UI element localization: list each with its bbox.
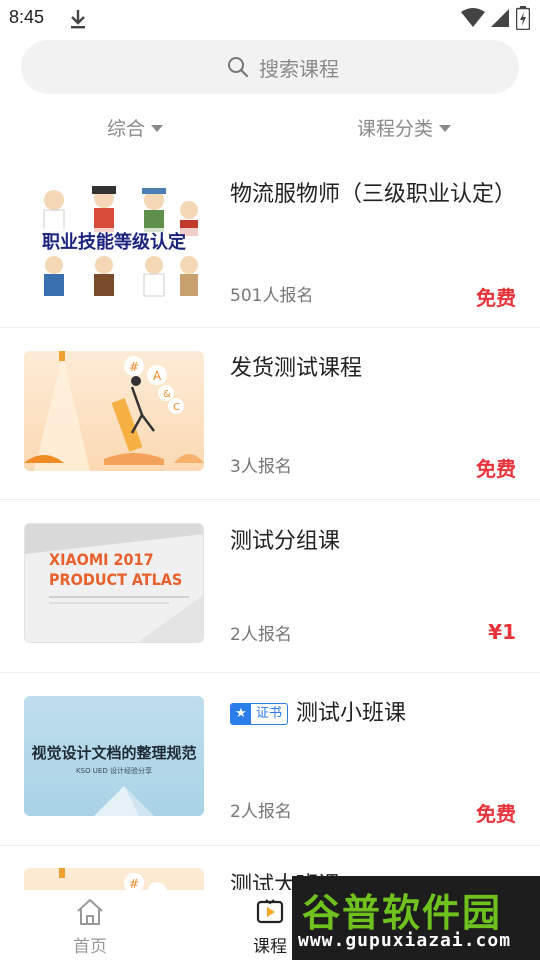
nav-tab-course-label: 课程: [253, 937, 287, 957]
status-bar: 8:45: [0, 0, 540, 36]
course-title: 测试分组课: [230, 529, 341, 554]
nav-tab-home[interactable]: 首页: [30, 890, 150, 960]
course-price: ¥1: [488, 620, 516, 644]
divider: [0, 327, 540, 328]
battery-charging-icon: [516, 6, 530, 30]
svg-text:&: &: [163, 389, 171, 400]
course-price: 免费: [476, 457, 516, 481]
certificate-badge-label: 证书: [256, 705, 283, 721]
filter-category-dropdown[interactable]: 课程分类: [357, 114, 452, 141]
svg-text:A: A: [153, 369, 162, 383]
status-time: 8:45: [9, 7, 45, 27]
course-title-text: 测试小班课: [296, 701, 407, 726]
star-icon: ★: [231, 703, 251, 724]
course-enrollment: 501人报名: [230, 286, 314, 306]
svg-text:#: #: [129, 360, 139, 374]
caret-down-icon: [439, 125, 452, 132]
course-title: ★ 证书 测试小班课: [230, 697, 520, 730]
course-price: 免费: [476, 802, 516, 826]
svg-text:C: C: [173, 402, 180, 413]
divider: [0, 672, 540, 673]
thumbnail-caption: 视觉设计文档的整理规范: [31, 744, 197, 762]
signal-icon: [491, 9, 509, 27]
pencil-illustration: # A & C: [24, 351, 204, 471]
course-play-icon: [256, 899, 284, 924]
course-thumbnail: 视觉设计文档的整理规范 KSO UED 设计经验分享: [24, 696, 204, 816]
filter-category-label: 课程分类: [357, 118, 434, 140]
course-title: 物流服物师（三级职业认定）: [230, 182, 517, 207]
site-watermark: 谷普软件园 www.gupuxiazai.com: [292, 876, 540, 960]
thumbnail-fineprint: [49, 596, 189, 598]
thumbnail-fineprint: [49, 602, 169, 604]
search-placeholder: 搜索课程: [259, 57, 339, 81]
watermark-url: www.gupuxiazai.com: [298, 930, 512, 951]
course-thumbnail: # A & C: [24, 351, 204, 471]
course-thumbnail: XIAOMI 2017 PRODUCT ATLAS: [24, 523, 204, 643]
watermark-title: 谷普软件园: [302, 891, 503, 935]
divider: [0, 845, 540, 846]
thumbnail-caption: 职业技能等级认定: [28, 228, 200, 254]
course-thumbnail: 职业技能等级认定: [24, 180, 204, 300]
nav-tab-home-label: 首页: [73, 937, 107, 957]
thumbnail-heading-line1: XIAOMI 2017: [49, 550, 154, 569]
filter-sort-dropdown[interactable]: 综合: [107, 114, 164, 141]
divider: [0, 499, 540, 500]
certificate-badge: ★ 证书: [230, 702, 289, 725]
search-icon: [228, 57, 249, 78]
course-title: 发货测试课程: [230, 356, 363, 381]
wifi-icon: [461, 8, 485, 27]
svg-text:#: #: [129, 877, 139, 891]
thumbnail-subcaption: KSO UED 设计经验分享: [76, 767, 152, 775]
download-icon: [71, 10, 85, 29]
caret-down-icon: [151, 125, 164, 132]
course-enrollment: 3人报名: [230, 457, 292, 477]
course-enrollment: 2人报名: [230, 802, 292, 822]
course-enrollment: 2人报名: [230, 625, 292, 645]
filter-sort-label: 综合: [107, 118, 146, 140]
thumbnail-heading-line2: PRODUCT ATLAS: [49, 570, 183, 589]
course-price: 免费: [476, 286, 516, 310]
home-icon: [77, 899, 103, 925]
